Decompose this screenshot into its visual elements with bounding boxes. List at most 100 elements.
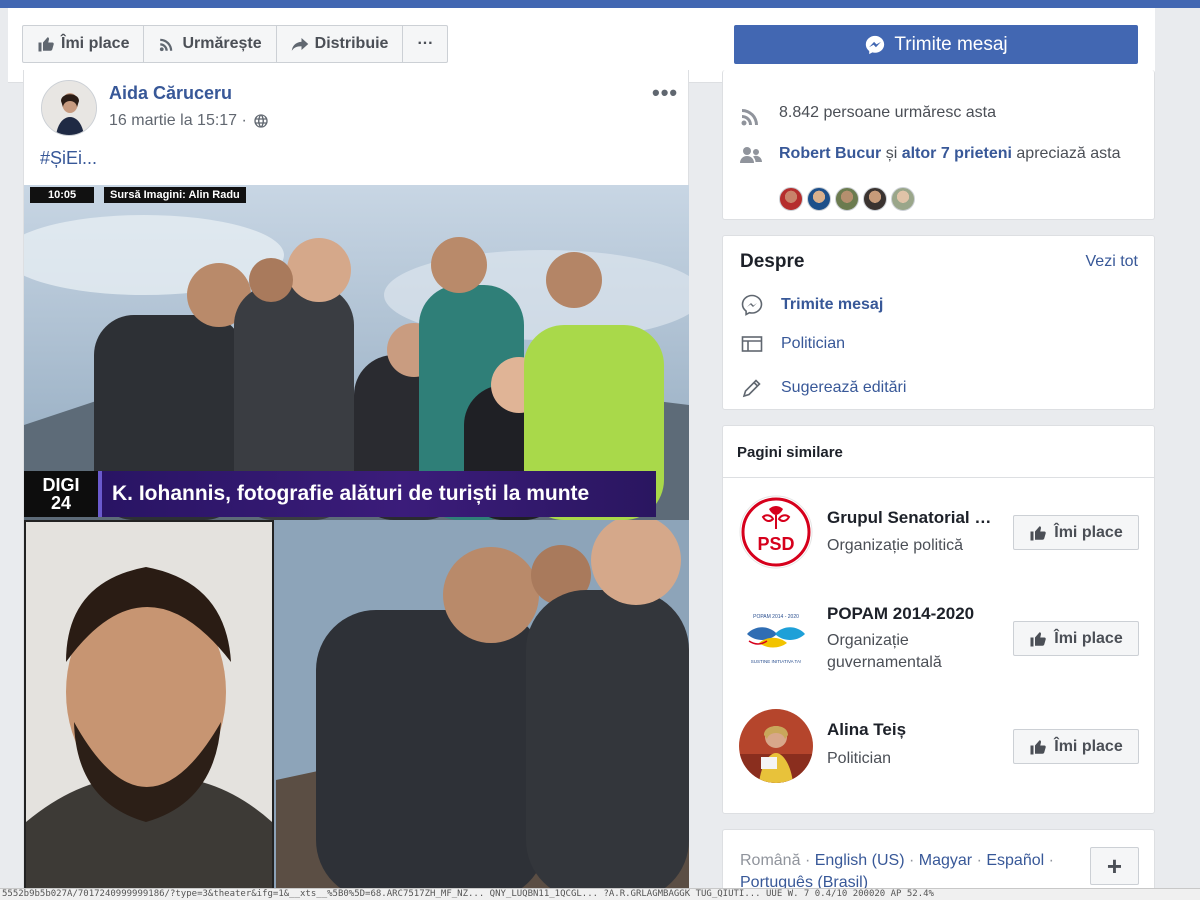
like-page-label: Îmi place bbox=[61, 35, 130, 52]
tv-caption-text: K. Iohannis, fotografie alături de turiș… bbox=[112, 482, 590, 505]
tv-caption-bar: DIGI 24 K. Iohannis, fotografie alături … bbox=[24, 471, 656, 517]
messenger-icon bbox=[741, 294, 763, 316]
popam-fish-logo: POPAM 2014 - 2020 SUSTINE INITIATIVA TA! bbox=[739, 601, 813, 675]
popam-logo-title: POPAM 2014 - 2020 bbox=[753, 614, 799, 620]
friend-avatar[interactable] bbox=[779, 187, 803, 211]
more-actions-button[interactable]: ··· bbox=[403, 26, 447, 62]
popam-logo[interactable]: POPAM 2014 - 2020 SUSTINE INITIATIVA TA! bbox=[739, 601, 813, 675]
page-action-buttons: Îmi place Urmărește Distribuie ··· bbox=[22, 25, 449, 63]
like-page-button[interactable]: Îmi place bbox=[23, 26, 145, 62]
browser-status-url: 5552b9b5b027A/7017240999999186/?type=3&t… bbox=[0, 888, 1200, 900]
psd-logo-text: PSD bbox=[757, 534, 794, 554]
zoomed-group-scene bbox=[276, 520, 689, 900]
like-similar-page-label: Îmi place bbox=[1054, 737, 1123, 755]
post-hashtag-text[interactable]: #ȘiEi... bbox=[40, 148, 97, 169]
language-separator: · bbox=[1048, 852, 1054, 869]
friends-like-row: Robert Bucur și altor 7 prieteni aprecia… bbox=[739, 143, 1139, 167]
share-arrow-icon bbox=[291, 38, 308, 51]
friend-avatar[interactable] bbox=[863, 187, 887, 211]
language-separator: · bbox=[804, 852, 811, 869]
like-similar-page-label: Îmi place bbox=[1054, 629, 1123, 647]
language-link[interactable]: Español bbox=[986, 852, 1044, 869]
rss-follow-icon bbox=[160, 38, 173, 52]
share-page-label: Distribuie bbox=[314, 35, 389, 52]
timeline-post: Aida Căruceru 16 martie la 15:17 · ••• #… bbox=[23, 70, 689, 900]
friend-avatar[interactable] bbox=[835, 187, 859, 211]
like-similar-page-label: Îmi place bbox=[1054, 523, 1123, 541]
post-author-name[interactable]: Aida Căruceru bbox=[109, 83, 232, 104]
follow-page-button[interactable]: Urmărește bbox=[144, 26, 277, 62]
send-message-label: Trimite mesaj bbox=[894, 33, 1008, 55]
share-page-button[interactable]: Distribuie bbox=[277, 26, 404, 62]
follow-page-label: Urmărește bbox=[182, 35, 262, 52]
other-friends-link[interactable]: altor 7 prieteni bbox=[902, 145, 1012, 162]
group-hikers-scene bbox=[24, 185, 689, 520]
zoomed-hikers-photo bbox=[276, 520, 689, 900]
similar-page-subtitle: Politician bbox=[827, 750, 892, 767]
digi24-logo-top: DIGI bbox=[42, 475, 80, 495]
like-similar-page-button[interactable]: Îmi place bbox=[1013, 515, 1139, 550]
send-message-button[interactable]: Trimite mesaj bbox=[734, 25, 1138, 64]
friend-avatar[interactable] bbox=[891, 187, 915, 211]
thumbs-up-icon bbox=[1030, 739, 1047, 754]
pencil-icon bbox=[742, 379, 761, 398]
similar-pages-card: Pagini similare PSD Grupul Senatorial … … bbox=[722, 425, 1155, 814]
top-navigation-strip bbox=[0, 0, 1200, 8]
rss-follow-icon bbox=[741, 109, 758, 126]
followers-count-text: 8.842 persoane urmăresc asta bbox=[779, 104, 997, 121]
community-card: 8.842 persoane urmăresc asta Robert Bucu… bbox=[722, 70, 1155, 220]
thumbs-up-icon bbox=[38, 37, 54, 52]
thumbs-up-icon bbox=[1030, 525, 1047, 540]
about-suggest-edits[interactable]: Sugerează editări bbox=[740, 376, 906, 400]
language-link[interactable]: English (US) bbox=[815, 852, 905, 869]
friend-name-link[interactable]: Robert Bucur bbox=[779, 145, 881, 162]
friends-icon bbox=[740, 147, 762, 163]
tv-source-chip: Sursă Imagini: Alin Radu bbox=[104, 187, 246, 203]
similar-page-name[interactable]: POPAM 2014-2020 bbox=[827, 604, 1007, 624]
author-avatar[interactable] bbox=[41, 80, 97, 136]
about-title: Despre bbox=[740, 251, 805, 272]
about-send-message[interactable]: Trimite mesaj bbox=[740, 293, 883, 317]
alina-teis-avatar[interactable] bbox=[739, 709, 813, 783]
friend-avatars bbox=[779, 187, 915, 211]
category-icon bbox=[741, 336, 763, 352]
tv-time-chip: 10:05 bbox=[30, 187, 95, 203]
friends-and-word: și bbox=[885, 145, 898, 162]
similar-page-name[interactable]: Grupul Senatorial … bbox=[827, 508, 1007, 528]
psd-logo[interactable]: PSD bbox=[739, 495, 813, 569]
messenger-icon bbox=[866, 35, 885, 54]
bearded-man-portrait bbox=[26, 522, 272, 898]
post-options-button[interactable]: ••• bbox=[652, 80, 678, 106]
add-language-button[interactable]: + bbox=[1090, 847, 1139, 885]
like-similar-page-button[interactable]: Îmi place bbox=[1013, 729, 1139, 764]
digi24-logo: DIGI 24 bbox=[24, 471, 102, 517]
current-language: Română bbox=[740, 852, 801, 869]
similar-page-name[interactable]: Alina Teiș bbox=[827, 720, 1007, 740]
followers-row: 8.842 persoane urmăresc asta bbox=[739, 104, 996, 128]
similar-page-subtitle: Organizație politică bbox=[827, 537, 964, 554]
friends-like-suffix: apreciază asta bbox=[1016, 145, 1121, 162]
post-date-text: 16 martie la 15:17 · bbox=[109, 112, 247, 129]
language-separator: · bbox=[976, 852, 982, 869]
friend-avatar[interactable] bbox=[807, 187, 831, 211]
about-send-message-label: Trimite mesaj bbox=[781, 296, 884, 313]
alina-teis-photo bbox=[739, 709, 813, 783]
language-separator: · bbox=[908, 852, 915, 869]
globe-icon bbox=[254, 114, 268, 128]
language-link[interactable]: Magyar bbox=[919, 852, 972, 869]
post-timestamp[interactable]: 16 martie la 15:17 · bbox=[109, 112, 269, 130]
popam-logo-tagline: SUSTINE INITIATIVA TA! bbox=[751, 659, 801, 664]
about-card: Despre Vezi tot Trimite mesaj Politician… bbox=[722, 235, 1155, 410]
about-suggest-edits-label: Sugerează editări bbox=[781, 379, 907, 396]
similar-pages-title: Pagini similare bbox=[723, 426, 1154, 478]
like-similar-page-button[interactable]: Îmi place bbox=[1013, 621, 1139, 656]
thumbs-up-icon bbox=[1030, 631, 1047, 646]
post-photo[interactable]: 10:05 Sursă Imagini: Alin Radu DIGI 24 K… bbox=[24, 185, 689, 900]
about-category-label: Politician bbox=[781, 335, 846, 352]
see-all-link[interactable]: Vezi tot bbox=[1086, 253, 1138, 271]
friends-like-text: Robert Bucur și altor 7 prieteni aprecia… bbox=[779, 143, 1120, 165]
author-photo bbox=[42, 81, 96, 135]
digi24-logo-bottom: 24 bbox=[50, 493, 72, 513]
about-category[interactable]: Politician bbox=[740, 332, 845, 356]
tv-screenshot-photo: 10:05 Sursă Imagini: Alin Radu DIGI 24 K… bbox=[24, 185, 689, 520]
